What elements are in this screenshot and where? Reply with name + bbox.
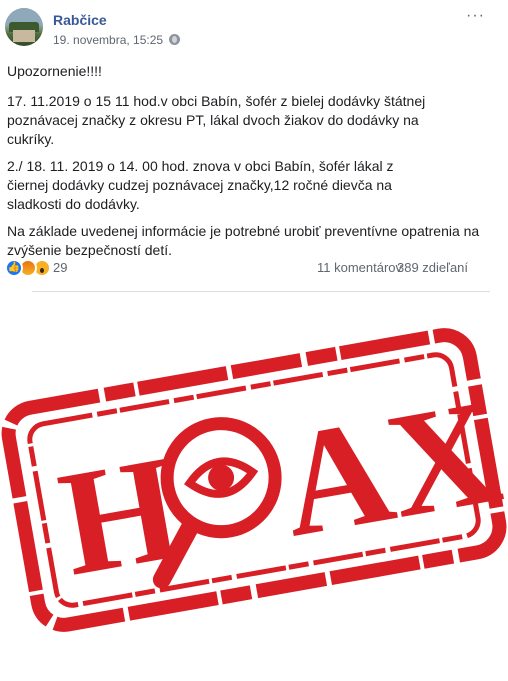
facebook-post: Rabčice 19. novembra, 15:25 ··· Upozorne… — [0, 0, 508, 300]
shares-link[interactable]: 389 zdieľaní — [397, 260, 468, 275]
post-paragraph: 2./ 18. 11. 2019 o 14. 00 hod. znova v o… — [7, 158, 394, 212]
hoax-stamp: H AX — [0, 300, 508, 676]
reaction-count[interactable]: 29 — [53, 260, 67, 275]
post-paragraph: Na základe uvedenej informácie je potreb… — [7, 223, 480, 258]
post-paragraph: 17. 11.2019 o 15 11 hod.v obci Babín, šo… — [7, 93, 426, 147]
stamp-letters-ax: AX — [269, 368, 508, 569]
more-icon[interactable]: ··· — [466, 8, 485, 24]
post-date[interactable]: 19. novembra, 15:25 — [53, 33, 163, 47]
comments-link[interactable]: 11 komentárov — [317, 260, 402, 275]
like-icon: 👍 — [5, 259, 23, 277]
globe-icon — [169, 34, 181, 45]
hoax-stamp-graphic: H AX — [1, 328, 508, 632]
post-body: Upozornenie!!!! 17. 11.2019 o 15 11 hod.… — [7, 62, 497, 268]
page-name-link[interactable]: Rabčice — [53, 12, 107, 28]
post-meta: 19. novembra, 15:25 — [53, 33, 181, 47]
avatar[interactable] — [5, 8, 43, 46]
post-paragraph: Upozornenie!!!! — [7, 63, 102, 79]
divider — [32, 291, 490, 292]
